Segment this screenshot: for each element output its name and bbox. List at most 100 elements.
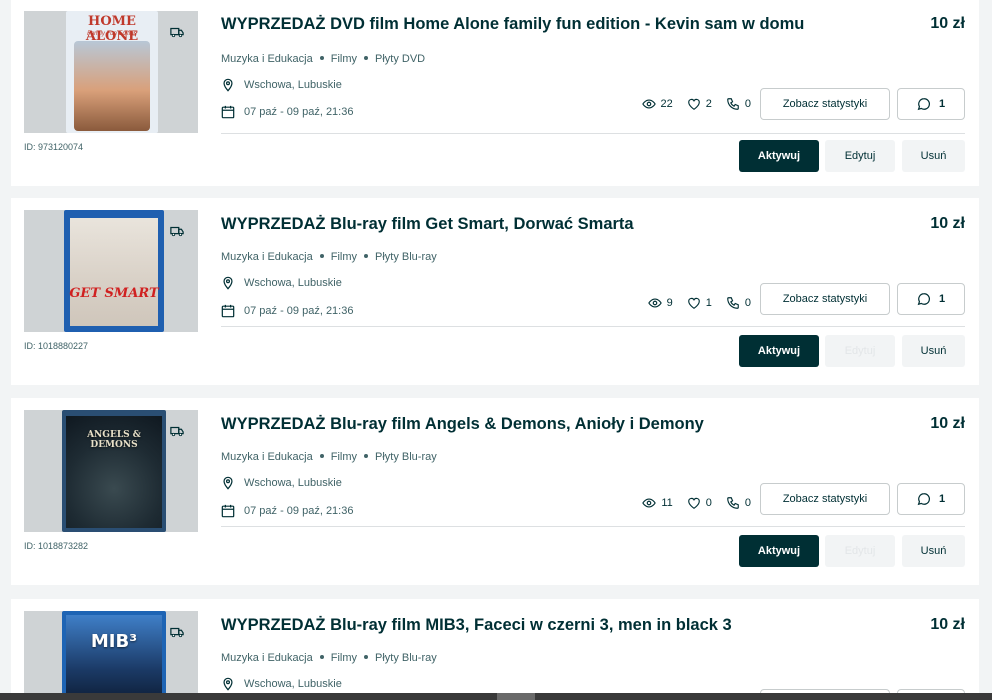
separator-dot bbox=[364, 254, 368, 259]
activate-button[interactable]: Aktywuj bbox=[739, 335, 819, 367]
cover-title: MIB³ bbox=[90, 631, 138, 652]
category-breadcrumb: Muzyka i Edukacja Filmy Płyty Blu-ray bbox=[221, 251, 437, 263]
view-stats-button[interactable]: Zobacz statystyki bbox=[760, 88, 890, 120]
listing-dates: 07 paź - 09 paź, 21:36 bbox=[221, 504, 353, 518]
listing-thumbnail[interactable]: GET SMART bbox=[24, 210, 198, 332]
listing-card: ANGELS & DEMONS ID: 1018873282 WYPRZEDAŻ… bbox=[11, 398, 979, 585]
likes-stat: 1 bbox=[687, 296, 712, 310]
edit-button[interactable]: Edytuj bbox=[825, 140, 895, 172]
likes-stat: 2 bbox=[687, 97, 712, 111]
activate-button[interactable]: Aktywuj bbox=[739, 535, 819, 567]
cover-title: GET SMART bbox=[69, 286, 159, 301]
heart-icon bbox=[687, 98, 700, 110]
delivery-icon bbox=[168, 424, 186, 438]
subcategory-label: Filmy bbox=[330, 451, 357, 463]
category-label: Muzyka i Edukacja bbox=[221, 53, 313, 65]
divider bbox=[221, 326, 965, 327]
subsubcategory-label: Płyty DVD bbox=[375, 53, 426, 65]
cover-title: ANGELS & DEMONS bbox=[87, 430, 141, 450]
listing-title[interactable]: WYPRZEDAŻ Blu-ray film Get Smart, Dorwać… bbox=[221, 213, 634, 235]
separator-dot bbox=[319, 454, 324, 459]
subcategory-label: Filmy bbox=[330, 53, 357, 65]
cover-subtitle: Family Fun Edition bbox=[87, 31, 137, 37]
views-count: 9 bbox=[666, 297, 673, 309]
calls-count: 0 bbox=[744, 98, 751, 110]
location-pin-icon bbox=[223, 78, 233, 92]
listing-thumbnail[interactable]: ANGELS & DEMONS bbox=[24, 410, 198, 532]
phone-icon bbox=[727, 497, 739, 509]
listing-title[interactable]: WYPRZEDAŻ Blu-ray film Angels & Demons, … bbox=[221, 413, 704, 435]
divider bbox=[221, 133, 965, 134]
listing-stats: 11 0 0 bbox=[642, 496, 751, 510]
location-pin-icon bbox=[223, 276, 233, 290]
cover-image: HOME ALONE Family Fun Edition bbox=[66, 11, 158, 133]
delete-button[interactable]: Usuń bbox=[902, 535, 965, 567]
listing-id: ID: 973120074 bbox=[24, 142, 84, 152]
view-stats-button[interactable]: Zobacz statystyki bbox=[760, 483, 890, 515]
subsubcategory-label: Płyty Blu-ray bbox=[375, 652, 437, 664]
views-stat: 11 bbox=[642, 496, 673, 510]
listing-thumbnail[interactable]: MIB³ bbox=[24, 611, 198, 700]
delivery-icon bbox=[168, 224, 186, 238]
messages-button[interactable]: 1 bbox=[897, 483, 965, 515]
location-pin-icon bbox=[223, 476, 233, 490]
category-breadcrumb: Muzyka i Edukacja Filmy Płyty Blu-ray bbox=[221, 652, 437, 664]
edit-button[interactable]: Edytuj bbox=[825, 535, 895, 567]
listing-dates: 07 paź - 09 paź, 21:36 bbox=[221, 304, 353, 318]
listing-location: Wschowa, Lubuskie bbox=[221, 78, 342, 92]
views-stat: 9 bbox=[647, 296, 673, 310]
calls-stat: 0 bbox=[726, 97, 751, 111]
messages-count: 1 bbox=[938, 493, 946, 505]
delete-button[interactable]: Usuń bbox=[902, 140, 965, 172]
listing-price: 10 zł bbox=[930, 15, 965, 32]
activate-button[interactable]: Aktywuj bbox=[739, 140, 819, 172]
listing-title[interactable]: WYPRZEDAŻ DVD film Home Alone family fun… bbox=[221, 13, 804, 35]
separator-dot bbox=[364, 454, 368, 459]
delete-button[interactable]: Usuń bbox=[902, 335, 965, 367]
listing-location: Wschowa, Lubuskie bbox=[221, 276, 342, 290]
messages-button[interactable]: 1 bbox=[897, 88, 965, 120]
heart-icon bbox=[687, 297, 700, 309]
delivery-icon bbox=[168, 25, 186, 39]
listing-id: ID: 1018873282 bbox=[24, 541, 89, 551]
calendar-icon bbox=[221, 304, 235, 318]
scrollbar-thumb[interactable] bbox=[497, 693, 535, 700]
chat-bubble-icon bbox=[917, 493, 930, 506]
listing-thumbnail[interactable]: HOME ALONE Family Fun Edition bbox=[24, 11, 198, 133]
listing-location: Wschowa, Lubuskie bbox=[221, 476, 342, 490]
chat-bubble-icon bbox=[917, 98, 930, 111]
location-text: Wschowa, Lubuskie bbox=[244, 79, 342, 91]
dates-text: 07 paź - 09 paź, 21:36 bbox=[244, 106, 354, 118]
listing-title[interactable]: WYPRZEDAŻ Blu-ray film MIB3, Faceci w cz… bbox=[221, 614, 732, 636]
listing-card: HOME ALONE Family Fun Edition ID: 973120… bbox=[11, 0, 979, 186]
views-count: 22 bbox=[660, 98, 673, 110]
messages-button[interactable]: 1 bbox=[897, 283, 965, 315]
phone-icon bbox=[727, 297, 739, 309]
likes-count: 2 bbox=[705, 98, 712, 110]
cover-art bbox=[66, 615, 162, 700]
chat-bubble-icon bbox=[917, 293, 930, 306]
eye-icon bbox=[641, 99, 656, 109]
cover-art bbox=[70, 218, 158, 326]
calls-count: 0 bbox=[744, 297, 751, 309]
separator-dot bbox=[319, 655, 324, 660]
dates-text: 07 paź - 09 paź, 21:36 bbox=[244, 505, 354, 517]
likes-count: 1 bbox=[705, 297, 712, 309]
listing-card: MIB³ WYPRZEDAŻ Blu-ray film MIB3, Faceci… bbox=[11, 599, 979, 700]
edit-button[interactable]: Edytuj bbox=[825, 335, 895, 367]
separator-dot bbox=[319, 56, 324, 61]
listing-card: GET SMART ID: 1018880227 WYPRZEDAŻ Blu-r… bbox=[11, 198, 979, 385]
phone-icon bbox=[727, 98, 739, 110]
cover-image: GET SMART bbox=[64, 210, 164, 332]
separator-dot bbox=[319, 254, 324, 259]
dates-text: 07 paź - 09 paź, 21:36 bbox=[244, 305, 354, 317]
horizontal-scrollbar[interactable] bbox=[0, 693, 992, 700]
divider bbox=[221, 526, 965, 527]
location-text: Wschowa, Lubuskie bbox=[244, 477, 342, 489]
messages-count: 1 bbox=[938, 293, 946, 305]
category-label: Muzyka i Edukacja bbox=[221, 652, 313, 664]
cover-art bbox=[74, 41, 150, 131]
view-stats-button[interactable]: Zobacz statystyki bbox=[760, 283, 890, 315]
delivery-icon bbox=[168, 625, 186, 639]
subsubcategory-label: Płyty Blu-ray bbox=[375, 451, 437, 463]
